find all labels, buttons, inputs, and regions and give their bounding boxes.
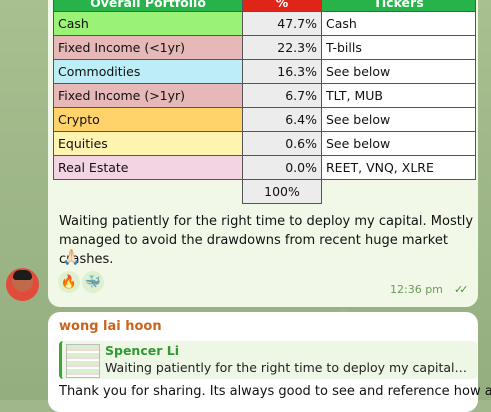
- total-spacer: [322, 180, 476, 204]
- double-check-icon: ✓✓: [454, 283, 469, 296]
- row-tickers: See below: [321, 107, 476, 132]
- reactions-bar: 🔥 🐳: [58, 271, 104, 293]
- header-tickers: Tickers: [321, 0, 476, 12]
- table-total-row: 100%: [54, 179, 476, 204]
- row-category: Crypto: [53, 107, 243, 132]
- table-row: Fixed Income (>1yr) 6.7% TLT, MUB: [53, 83, 476, 108]
- whale-reaction[interactable]: 🐳: [82, 271, 104, 293]
- reply-to-name: Spencer Li: [105, 343, 179, 358]
- portfolio-table: Overall Portfolio % Tickers Cash 47.7% Cas…: [53, 0, 476, 204]
- table-row: Crypto 6.4% See below: [53, 107, 476, 132]
- row-percent: 6.4%: [242, 107, 322, 132]
- row-category: Commodities: [53, 59, 243, 84]
- total-percent: 100%: [242, 179, 322, 204]
- message-text: Waiting patiently for the right time to …: [59, 214, 474, 267]
- row-tickers: T-bills: [321, 35, 476, 60]
- row-category: Fixed Income (<1yr): [53, 35, 243, 60]
- reply-thumbnail: [66, 344, 100, 378]
- table-header-row: Overall Portfolio % Tickers: [53, 0, 476, 12]
- message-time: 12:36 pm: [390, 283, 443, 296]
- table-row: Fixed Income (<1yr) 22.3% T-bills: [53, 35, 476, 60]
- table-row: Real Estate 0.0% REET, VNQ, XLRE: [53, 155, 476, 180]
- row-category: Equities: [53, 131, 243, 156]
- row-percent: 47.7%: [242, 11, 322, 36]
- row-percent: 6.7%: [242, 83, 322, 108]
- row-category: Real Estate: [53, 155, 243, 180]
- row-tickers: See below: [321, 131, 476, 156]
- row-tickers: REET, VNQ, XLRE: [321, 155, 476, 180]
- total-spacer: [54, 180, 243, 204]
- table-row: Equities 0.6% See below: [53, 131, 476, 156]
- fire-reaction[interactable]: 🔥: [58, 271, 80, 293]
- table-row: Commodities 16.3% See below: [53, 59, 476, 84]
- row-percent: 16.3%: [242, 59, 322, 84]
- row-category: Cash: [53, 11, 243, 36]
- sender-avatar[interactable]: [6, 268, 39, 301]
- header-overall-portfolio: Overall Portfolio: [53, 0, 243, 12]
- row-percent: 0.6%: [242, 131, 322, 156]
- sender-name[interactable]: wong lai hoon: [59, 319, 162, 334]
- row-tickers: Cash: [321, 11, 476, 36]
- row-percent: 22.3%: [242, 35, 322, 60]
- praying-hands-emoji: 🙏🏻: [62, 248, 81, 266]
- table-row: Cash 47.7% Cash: [53, 11, 476, 36]
- row-tickers: See below: [321, 59, 476, 84]
- row-category: Fixed Income (>1yr): [53, 83, 243, 108]
- message-2-text: Thank you for sharing. Its always good t…: [59, 384, 491, 399]
- header-percent: %: [242, 0, 322, 12]
- reply-to-text: Waiting patiently for the right time to …: [105, 360, 470, 375]
- row-percent: 0.0%: [242, 155, 322, 180]
- row-tickers: TLT, MUB: [321, 83, 476, 108]
